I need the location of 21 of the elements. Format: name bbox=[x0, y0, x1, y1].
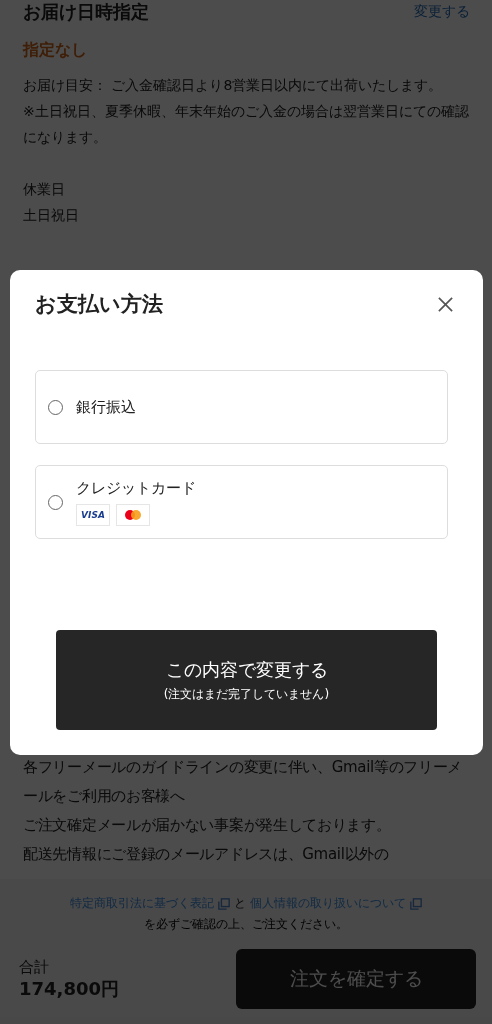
mail-notice-text: 配送先情報にご登録のメールアドレスは、Gmail以外の bbox=[23, 844, 390, 865]
payment-option[interactable]: クレジットカード VISA bbox=[35, 465, 448, 539]
delivery-note: ※土日祝日、夏季休暇、年末年始のご入金の場合は翌営業日にての確認になります。 bbox=[23, 102, 470, 147]
total-label: 合計 bbox=[19, 957, 50, 977]
option-label: 銀行振込 bbox=[76, 397, 136, 417]
mail-notice-text: ご注文確定メールが届かない事案が発生しております。 bbox=[23, 815, 392, 836]
payment-option[interactable]: 銀行振込 bbox=[35, 370, 448, 444]
dialog-title: お支払い方法 bbox=[35, 291, 163, 318]
delivery-note: お届け目安： ご入金確認日より8営業日以内にて出荷いたします。 bbox=[23, 76, 444, 95]
delivery-value: 指定なし bbox=[23, 39, 88, 61]
submit-button[interactable]: この内容で変更する (注文はまだ完了していません) bbox=[56, 630, 437, 730]
joiner-text: と bbox=[234, 895, 246, 912]
holiday-label: 休業日 bbox=[23, 180, 66, 199]
mail-notice-text: 各フリーメールのガイドラインの変更に伴い、Gmail等のフリーメールをご利用のお客様へ bbox=[23, 757, 464, 807]
holiday-days: 土日祝日 bbox=[23, 202, 470, 228]
total-amount: 174,800円 bbox=[19, 976, 119, 1001]
close-icon[interactable] bbox=[437, 295, 454, 313]
mastercard-icon bbox=[116, 503, 150, 526]
section-title: お届け日時指定 bbox=[23, 0, 149, 24]
visa-logo: VISA bbox=[76, 503, 110, 526]
option-label: クレジットカード bbox=[76, 478, 196, 498]
